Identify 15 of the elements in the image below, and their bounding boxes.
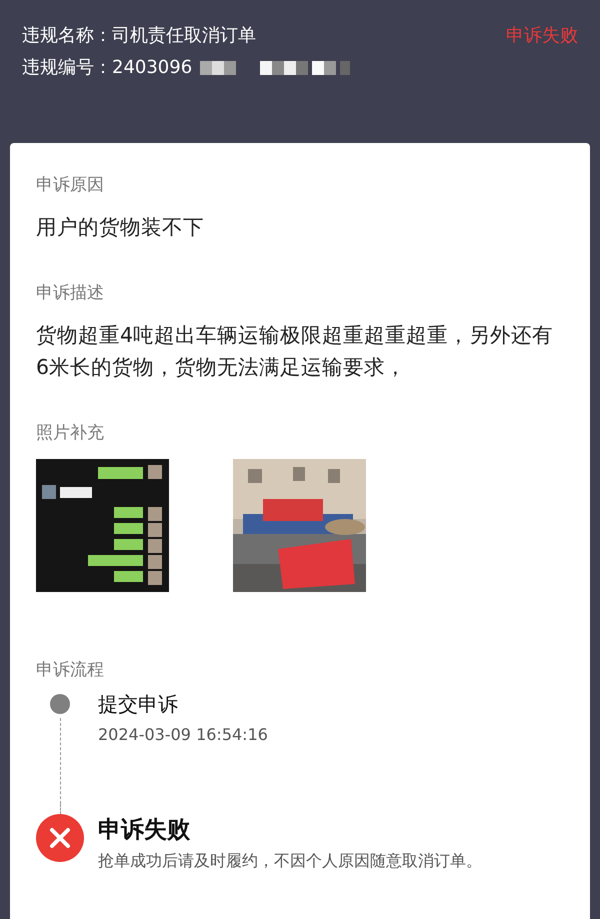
step-detail: 抢单成功后请及时履约，不因个人原因随意取消订单。: [98, 850, 482, 872]
step-title: 申诉失败: [98, 816, 191, 845]
section-title: 申诉流程: [36, 659, 105, 682]
step-detail: 2024-03-09 16:54:16: [98, 724, 268, 746]
violation-number: 违规编号：2403096: [22, 56, 192, 80]
section-text: 用户的货物装不下: [36, 214, 205, 241]
error-icon: [36, 814, 84, 862]
violation-name: 违规名称：司机责任取消订单: [22, 24, 256, 48]
section-title: 照片补充: [36, 422, 105, 445]
step-title: 提交申诉: [98, 691, 179, 718]
section-title: 申诉原因: [36, 174, 105, 197]
section-title: 申诉描述: [36, 282, 105, 305]
status-text: 申诉失败: [506, 24, 578, 48]
section-text: 货物超重4吨超出车辆运输极限超重超重超重，另外还有6米长的货物，货物无法满足运输要求，: [36, 322, 554, 381]
timeline-dot: [50, 694, 70, 714]
